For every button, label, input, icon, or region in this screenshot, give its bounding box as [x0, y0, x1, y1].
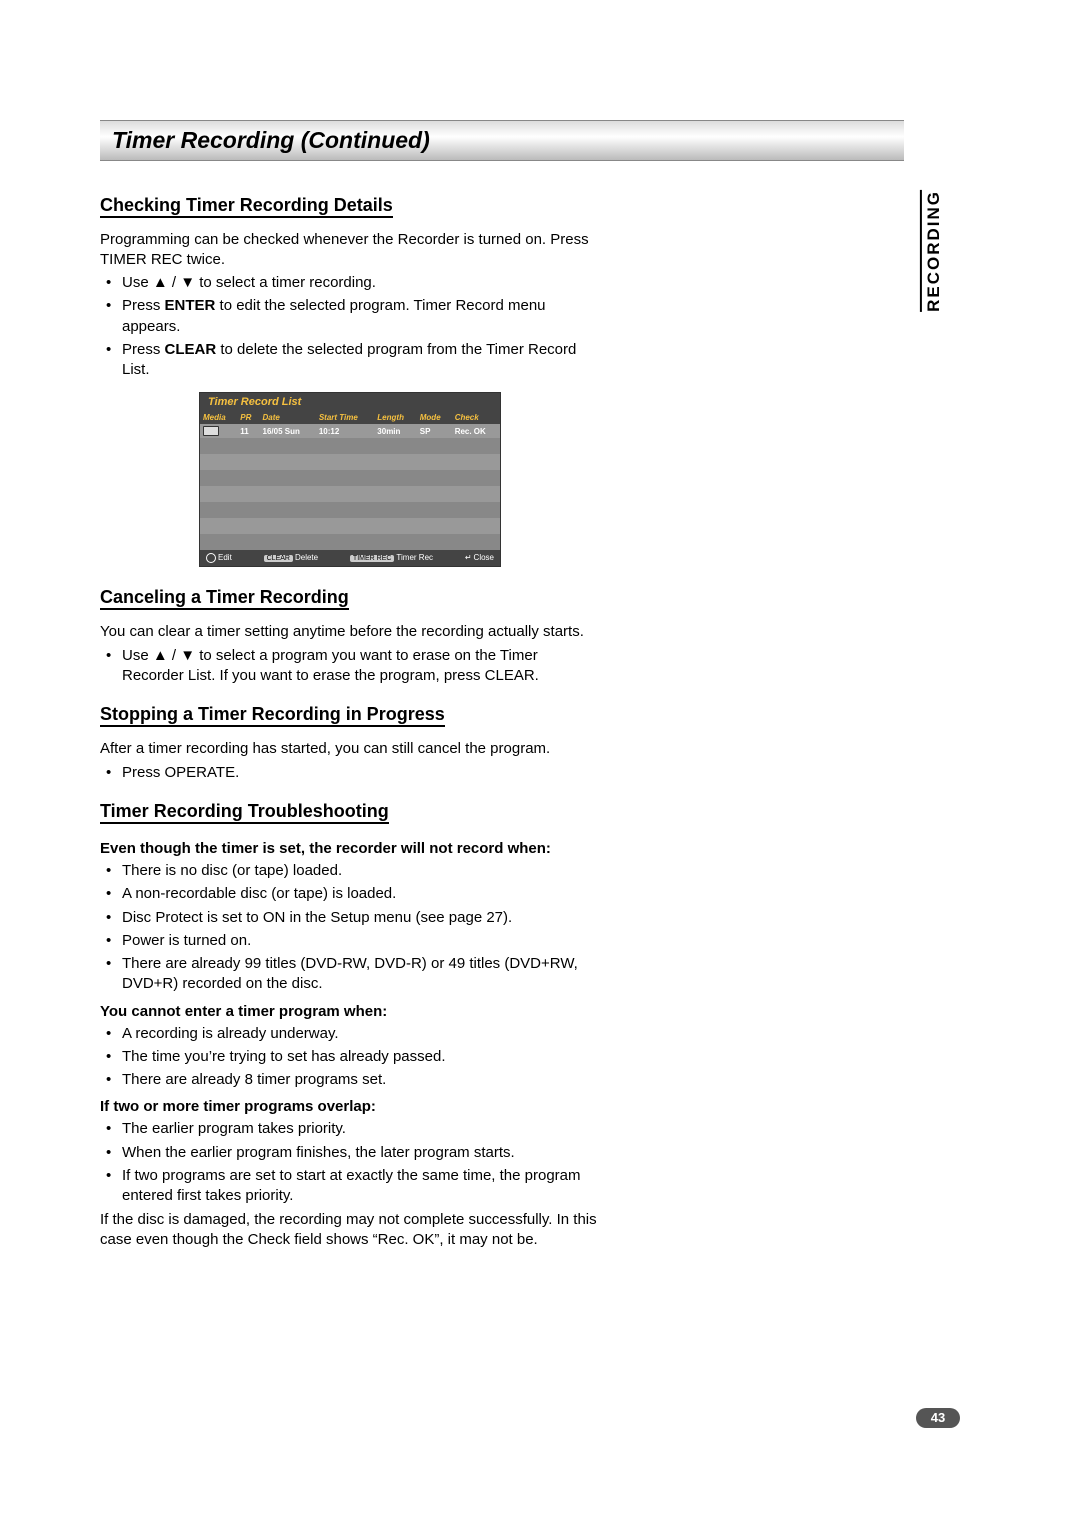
list-item: The earlier program takes priority. — [116, 1119, 600, 1139]
list-stopping: Press OPERATE. — [100, 763, 600, 783]
footer-timerrec: TIMER RECTimer Rec — [350, 553, 433, 563]
title-banner: Timer Recording (Continued) — [100, 120, 904, 161]
list-item: The time you’re trying to set has alread… — [116, 1047, 600, 1067]
outro-troubleshooting: If the disc is damaged, the recording ma… — [100, 1210, 600, 1249]
cell-length: 30min — [374, 424, 416, 438]
heading-canceling: Canceling a Timer Recording — [100, 587, 349, 610]
page-title: Timer Recording (Continued) — [112, 127, 892, 154]
timer-record-list-osd: Timer Record List Media PR Date Start Ti… — [199, 392, 501, 567]
footer-close: ↵Close — [465, 553, 494, 563]
col-length: Length — [374, 411, 416, 424]
col-date: Date — [260, 411, 316, 424]
list-item: There are already 99 titles (DVD-RW, DVD… — [116, 954, 600, 995]
cell-check: Rec. OK — [452, 424, 500, 438]
enter-icon — [206, 553, 216, 563]
list-item: Use ▲ / ▼ to select a timer recording. — [116, 273, 600, 293]
osd-footer: Edit CLEARDelete TIMER RECTimer Rec ↵Clo… — [200, 550, 500, 566]
intro-canceling: You can clear a timer setting anytime be… — [100, 622, 600, 642]
footer-delete: CLEARDelete — [264, 553, 318, 563]
table-row: 11 16/05 Sun 10:12 30min SP Rec. OK — [200, 424, 500, 438]
list-item: There are already 8 timer programs set. — [116, 1070, 600, 1090]
list-checking: Use ▲ / ▼ to select a timer recording. P… — [100, 273, 600, 380]
cell-mode: SP — [417, 424, 452, 438]
list-item: Press OPERATE. — [116, 763, 600, 783]
list-ts2: A recording is already underway. The tim… — [100, 1024, 600, 1091]
list-ts1: There is no disc (or tape) loaded. A non… — [100, 861, 600, 995]
list-item: Press ENTER to edit the selected program… — [116, 296, 600, 337]
intro-stopping: After a timer recording has started, you… — [100, 739, 600, 759]
list-item: There is no disc (or tape) loaded. — [116, 861, 600, 881]
tape-icon — [203, 426, 219, 436]
tsubhead-3: If two or more timer programs overlap: — [100, 1098, 600, 1115]
col-check: Check — [452, 411, 500, 424]
tsubhead-1: Even though the timer is set, the record… — [100, 840, 600, 857]
list-canceling: Use ▲ / ▼ to select a program you want t… — [100, 646, 600, 687]
list-item: Use ▲ / ▼ to select a program you want t… — [116, 646, 600, 687]
osd-table: Media PR Date Start Time Length Mode Che… — [200, 411, 500, 550]
col-pr: PR — [237, 411, 259, 424]
heading-checking-details: Checking Timer Recording Details — [100, 195, 393, 218]
osd-title: Timer Record List — [200, 393, 500, 411]
list-item: A recording is already underway. — [116, 1024, 600, 1044]
cell-pr: 11 — [237, 424, 259, 438]
heading-troubleshooting: Timer Recording Troubleshooting — [100, 801, 389, 824]
col-start: Start Time — [316, 411, 374, 424]
list-item: A non-recordable disc (or tape) is loade… — [116, 884, 600, 904]
list-item: When the earlier program finishes, the l… — [116, 1143, 600, 1163]
list-item: If two programs are set to start at exac… — [116, 1166, 600, 1207]
list-item: Disc Protect is set to ON in the Setup m… — [116, 908, 600, 928]
list-item: Power is turned on. — [116, 931, 600, 951]
cell-date: 16/05 Sun — [260, 424, 316, 438]
page-number-badge: 43 — [916, 1408, 960, 1428]
list-item: Press CLEAR to delete the selected progr… — [116, 340, 600, 381]
cell-start: 10:12 — [316, 424, 374, 438]
return-icon: ↵ — [465, 553, 472, 562]
col-mode: Mode — [417, 411, 452, 424]
col-media: Media — [200, 411, 237, 424]
list-ts3: The earlier program takes priority. When… — [100, 1119, 600, 1206]
side-tab-recording: RECORDING — [920, 190, 944, 312]
intro-checking: Programming can be checked whenever the … — [100, 230, 600, 269]
footer-edit: Edit — [206, 553, 232, 563]
heading-stopping: Stopping a Timer Recording in Progress — [100, 704, 445, 727]
cell-media — [200, 424, 237, 438]
tsubhead-2: You cannot enter a timer program when: — [100, 1003, 600, 1020]
